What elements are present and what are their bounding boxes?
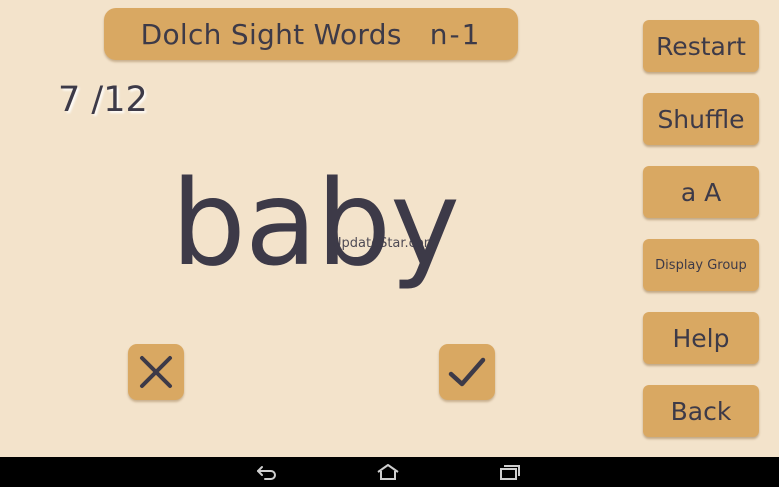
progress-counter: 7 /12 <box>58 80 148 120</box>
system-nav-bar <box>0 457 779 487</box>
x-icon <box>140 356 172 388</box>
mark-correct-button[interactable] <box>439 344 495 400</box>
mark-wrong-button[interactable] <box>128 344 184 400</box>
watermark: UpdateStar.com <box>332 236 437 251</box>
check-icon <box>448 357 486 387</box>
word-list-code: n-1 <box>429 17 482 51</box>
display-group-button[interactable]: Display Group <box>643 239 759 291</box>
progress-current: 7 <box>58 80 81 120</box>
page-title: Dolch Sight Words <box>140 17 402 51</box>
back-icon[interactable] <box>255 462 279 482</box>
home-icon[interactable] <box>376 462 400 482</box>
title-bar: Dolch Sight Words n-1 <box>104 8 518 60</box>
progress-total: 12 <box>103 80 148 120</box>
progress-separator: / <box>80 80 104 120</box>
case-toggle-button[interactable]: a A <box>643 166 759 218</box>
shuffle-button[interactable]: Shuffle <box>643 93 759 145</box>
sight-word: baby <box>171 154 460 292</box>
recents-icon[interactable] <box>498 462 522 482</box>
restart-button[interactable]: Restart <box>643 20 759 72</box>
back-button[interactable]: Back <box>643 385 759 437</box>
help-button[interactable]: Help <box>643 312 759 364</box>
flashcard-screen: Dolch Sight Words n-1 7 /12 baby UpdateS… <box>0 0 779 457</box>
